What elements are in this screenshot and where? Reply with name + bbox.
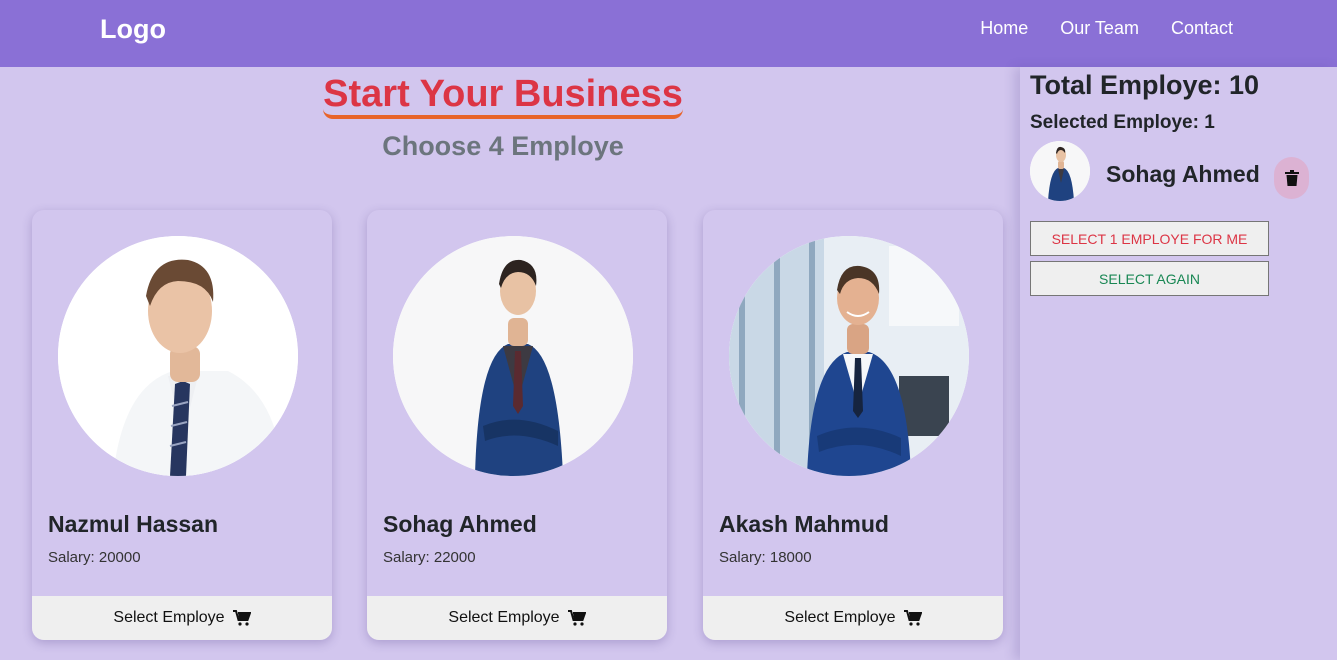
cart-icon: [567, 610, 586, 626]
employee-salary: Salary: 22000: [383, 549, 476, 566]
employee-card: Akash Mahmud Salary: 18000 Select Employ…: [703, 210, 1003, 640]
employee-name: Nazmul Hassan: [48, 511, 219, 537]
employee-name: Sohag Ahmed: [383, 511, 537, 537]
selected-employee-count: Selected Employe: 1: [1030, 112, 1215, 133]
selected-employee-name: Sohag Ahmed: [1106, 161, 1260, 187]
select-employee-button[interactable]: Select Employe: [32, 596, 332, 640]
page-title-text: Start Your Business: [323, 73, 683, 119]
cart-icon: [903, 610, 922, 626]
nav-link-home[interactable]: Home: [980, 18, 1028, 39]
navbar: Logo Home Our Team Contact: [0, 0, 1337, 67]
employee-card: Sohag Ahmed Salary: 22000 Select Employe: [367, 210, 667, 640]
select-employee-label: Select Employe: [113, 609, 225, 626]
employee-photo: [729, 236, 969, 476]
select-employee-label: Select Employe: [784, 609, 896, 626]
remove-employee-button[interactable]: [1274, 157, 1309, 199]
employee-photo: [58, 236, 298, 476]
page-title: Start Your Business: [0, 73, 1006, 119]
employee-card: Nazmul Hassan Salary: 20000 Select Emplo…: [32, 210, 332, 640]
employee-photo: [393, 236, 633, 476]
selection-sidebar: Total Employe: 10 Selected Employe: 1 So…: [1020, 67, 1337, 660]
cart-icon: [232, 610, 251, 626]
page-subtitle: Choose 4 Employe: [382, 131, 624, 161]
logo[interactable]: Logo: [100, 14, 166, 45]
select-again-button[interactable]: SELECT AGAIN: [1030, 261, 1269, 296]
employee-name: Akash Mahmud: [719, 511, 889, 537]
nav-link-contact[interactable]: Contact: [1171, 18, 1233, 39]
selected-employee-avatar: [1030, 141, 1090, 201]
nav-links: Home Our Team Contact: [980, 18, 1233, 39]
main-content: Start Your Business Choose 4 Employe Naz…: [0, 67, 1020, 660]
employee-salary: Salary: 20000: [48, 549, 141, 566]
total-employee-count: Total Employe: 10: [1030, 70, 1260, 100]
trash-icon: [1284, 170, 1299, 186]
select-employee-label: Select Employe: [448, 609, 560, 626]
select-one-employee-button[interactable]: SELECT 1 EMPLOYE FOR ME: [1030, 221, 1269, 256]
employee-salary: Salary: 18000: [719, 549, 812, 566]
select-employee-button[interactable]: Select Employe: [367, 596, 667, 640]
select-employee-button[interactable]: Select Employe: [703, 596, 1003, 640]
nav-link-our-team[interactable]: Our Team: [1060, 18, 1139, 39]
selected-employee-item: Sohag Ahmed: [1030, 141, 1315, 201]
